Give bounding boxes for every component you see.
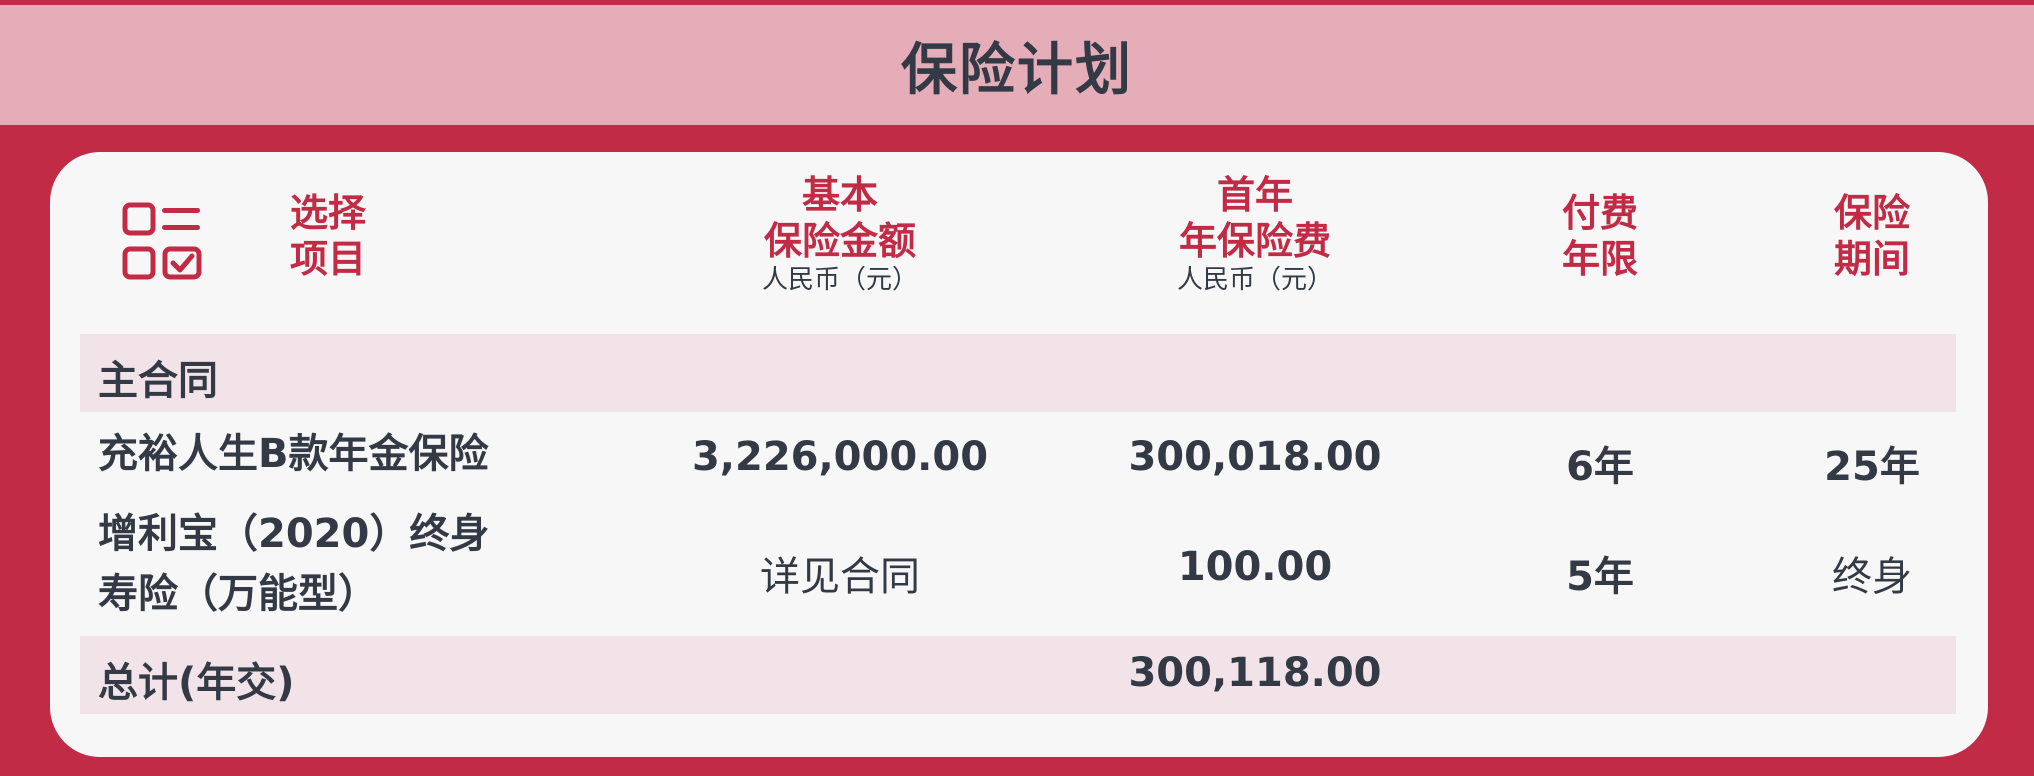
page-title: 保险计划: [901, 37, 1133, 103]
plan-name-line1: 增利宝（2020）终身: [98, 511, 490, 557]
header-pay-term-line1: 付费: [1561, 191, 1638, 235]
header-sum-assured-line2: 保险金额: [763, 219, 916, 263]
header-sum-assured-unit: 人民币（元）: [761, 265, 918, 295]
premium-value: 100.00: [1177, 544, 1333, 590]
sum-assured-value: 详见合同: [760, 554, 920, 600]
checklist-icon: [122, 202, 202, 280]
header-select-line1: 选择: [290, 191, 367, 235]
main-contract-band: [80, 334, 1956, 412]
premium-value: 300,018.00: [1128, 434, 1382, 480]
plan-name: 增利宝（2020）终身 寿险（万能型）: [98, 504, 489, 624]
pay-term-value: 5年: [1566, 554, 1634, 600]
header-premium-unit: 人民币（元）: [1176, 265, 1333, 295]
total-label: 总计(年交): [98, 660, 295, 706]
header-sum-assured: 基本 保险金额 人民币（元）: [690, 172, 990, 296]
total-band: [80, 636, 1956, 714]
header-pay-term: 付费 年限: [1500, 190, 1700, 282]
total-premium-value: 300,118.00: [1128, 650, 1382, 696]
plan-name: 充裕人生B款年金保险: [98, 431, 489, 477]
pay-term-value: 6年: [1566, 444, 1634, 490]
plan-table-card: 选择 项目 基本 保险金额 人民币（元） 首年 年保险费 人民币（元） 付费 年…: [50, 152, 1988, 757]
header-premium: 首年 年保险费 人民币（元）: [1105, 172, 1405, 296]
coverage-value: 终身: [1832, 554, 1912, 600]
header-coverage: 保险 期间: [1772, 190, 1972, 282]
header-premium-line2: 年保险费: [1178, 219, 1331, 263]
header-premium-line1: 首年: [1216, 173, 1293, 217]
sum-assured-value: 3,226,000.00: [691, 434, 989, 480]
header-pay-term-line2: 年限: [1561, 237, 1638, 281]
header-coverage-line1: 保险: [1833, 191, 1910, 235]
header-select-line2: 项目: [290, 237, 367, 281]
header-select: 选择 项目: [290, 190, 390, 282]
title-bar: 保险计划: [0, 5, 2034, 125]
header-sum-assured-line1: 基本: [801, 173, 878, 217]
plan-name-line2: 寿险（万能型）: [98, 571, 378, 617]
main-contract-label: 主合同: [98, 358, 218, 404]
header-coverage-line2: 期间: [1833, 237, 1910, 281]
coverage-value: 25年: [1824, 444, 1920, 490]
